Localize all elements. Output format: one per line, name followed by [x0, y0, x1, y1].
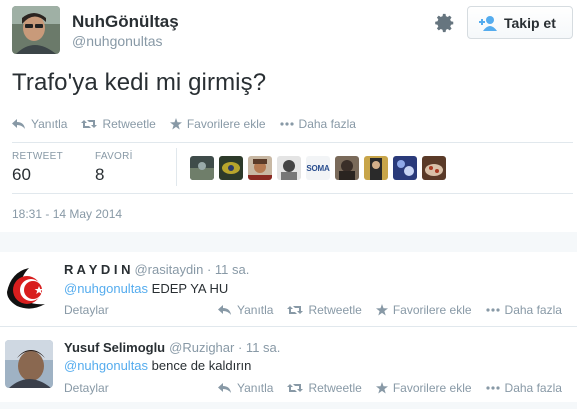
star-icon	[375, 382, 388, 394]
reply-mention[interactable]: @nuhgonultas	[64, 281, 148, 296]
reply-avatar[interactable]	[5, 262, 53, 310]
reply-details-link[interactable]: Detaylar	[64, 381, 109, 395]
reply-author[interactable]: R A Y D I N @rasitaydin · 11 sa.	[64, 262, 249, 277]
retweet-button[interactable]: Retweetle	[287, 303, 362, 317]
reply-time[interactable]: · 11 sa.	[238, 340, 280, 355]
more-label: Daha fazla	[504, 303, 562, 317]
reply-body: EDEP YA HU	[148, 281, 229, 296]
star-icon	[169, 118, 182, 130]
favoriter-avatar[interactable]	[364, 156, 388, 180]
reply-button[interactable]: Yanıtla	[12, 117, 67, 131]
reply-author[interactable]: Yusuf Selimoglu @Ruzighar · 11 sa.	[64, 340, 280, 355]
reply-icon	[218, 305, 231, 315]
favoriter-avatar[interactable]	[277, 156, 301, 180]
reply-time[interactable]: · 11 sa.	[207, 262, 249, 277]
bottom-gap	[0, 402, 577, 409]
favorite-label: Favorilere ekle	[186, 117, 266, 131]
soma-label: SOMA	[306, 163, 330, 173]
author-handle[interactable]: @nuhgonultas	[72, 33, 163, 49]
favorite-button[interactable]: Favorilere ekle	[169, 117, 266, 131]
tweet-card: NuhGönültaş @nuhgonultas Takip et Trafo'…	[0, 0, 577, 232]
more-button[interactable]: Daha fazla	[485, 303, 562, 317]
reply-mention[interactable]: @nuhgonultas	[64, 358, 148, 373]
tweet-timestamp[interactable]: 18:31 - 14 May 2014	[12, 207, 122, 221]
reply-author-name[interactable]: Yusuf Selimoglu	[64, 340, 165, 355]
favorite-label: Favorilere ekle	[392, 381, 472, 395]
author-avatar[interactable]	[12, 6, 60, 54]
reply-actions: Yanıtla Retweetle Favorilere ekle Daha f…	[218, 303, 576, 317]
favorite-count: 8	[95, 165, 105, 184]
favoriter-avatar[interactable]	[335, 156, 359, 180]
retweet-icon	[287, 384, 304, 392]
section-gap	[0, 232, 577, 252]
reply-body: bence de kaldırın	[148, 358, 252, 373]
favoriter-avatars: SOMA	[190, 156, 451, 180]
favoriter-avatar[interactable]	[219, 156, 243, 180]
divider	[12, 142, 573, 143]
follow-button[interactable]: Takip et	[467, 6, 573, 39]
retweet-icon	[287, 306, 304, 314]
tweet-text: Trafo'ya kedi mi girmiş?	[12, 69, 267, 96]
favoriter-avatar[interactable]	[393, 156, 417, 180]
more-label: Daha fazla	[504, 381, 562, 395]
favorite-stat[interactable]: FAVORİ 8	[95, 151, 133, 185]
star-icon	[375, 304, 388, 316]
retweet-label: Retweetle	[308, 381, 362, 395]
reply-icon	[12, 119, 25, 129]
reply-avatar[interactable]	[5, 340, 53, 388]
favorite-stat-label: FAVORİ	[95, 151, 133, 162]
retweet-button[interactable]: Retweetle	[81, 117, 156, 131]
reply-label: Yanıtla	[237, 381, 274, 395]
reply-actions: Yanıtla Retweetle Favorilere ekle Daha f…	[218, 381, 576, 395]
favorite-button[interactable]: Favorilere ekle	[375, 303, 472, 317]
reply-text: @nuhgonultas bence de kaldırın	[64, 358, 251, 373]
reply-button[interactable]: Yanıtla	[218, 381, 273, 395]
retweet-button[interactable]: Retweetle	[287, 381, 362, 395]
reply-details-link[interactable]: Detaylar	[64, 303, 109, 317]
gear-icon[interactable]	[434, 12, 456, 34]
reply-text: @nuhgonultas EDEP YA HU	[64, 281, 228, 296]
more-label: Daha fazla	[298, 117, 356, 131]
more-button[interactable]: Daha fazla	[485, 381, 562, 395]
favoriter-avatar-soma[interactable]: SOMA	[306, 156, 330, 180]
reply-button[interactable]: Yanıtla	[218, 303, 273, 317]
more-dots-icon	[485, 308, 500, 312]
reply-author-handle[interactable]: @rasitaydin	[134, 262, 203, 277]
reply-label: Yanıtla	[31, 117, 68, 131]
divider	[12, 193, 573, 194]
tweet-actions: Yanıtla Retweetle Favorilere ekle Daha f…	[12, 117, 370, 131]
favorite-button[interactable]: Favorilere ekle	[375, 381, 472, 395]
reply-item: R A Y D I N @rasitaydin · 11 sa. @nuhgonu…	[0, 252, 577, 326]
follow-label: Takip et	[504, 14, 556, 31]
retweet-icon	[81, 120, 98, 128]
more-button[interactable]: Daha fazla	[279, 117, 356, 131]
retweet-label: Retweetle	[308, 303, 362, 317]
stats-separator	[176, 148, 177, 186]
reply-item: Yusuf Selimoglu @Ruzighar · 11 sa. @nuhgo…	[0, 327, 577, 402]
favoriter-avatar[interactable]	[190, 156, 214, 180]
retweet-label: Retweetle	[102, 117, 156, 131]
more-dots-icon	[279, 122, 294, 126]
retweet-count: 60	[12, 165, 31, 184]
favoriter-avatar[interactable]	[422, 156, 446, 180]
favoriter-avatar[interactable]	[248, 156, 272, 180]
retweet-stat-label: RETWEET	[12, 151, 63, 162]
reply-icon	[218, 383, 231, 393]
favorite-label: Favorilere ekle	[392, 303, 472, 317]
reply-label: Yanıtla	[237, 303, 274, 317]
add-user-icon	[479, 15, 497, 31]
author-name[interactable]: NuhGönültaş	[72, 12, 179, 32]
reply-author-handle[interactable]: @Ruzighar	[169, 340, 234, 355]
more-dots-icon	[485, 386, 500, 390]
retweet-stat[interactable]: RETWEET 60	[12, 151, 63, 185]
reply-author-name[interactable]: R A Y D I N	[64, 262, 130, 277]
